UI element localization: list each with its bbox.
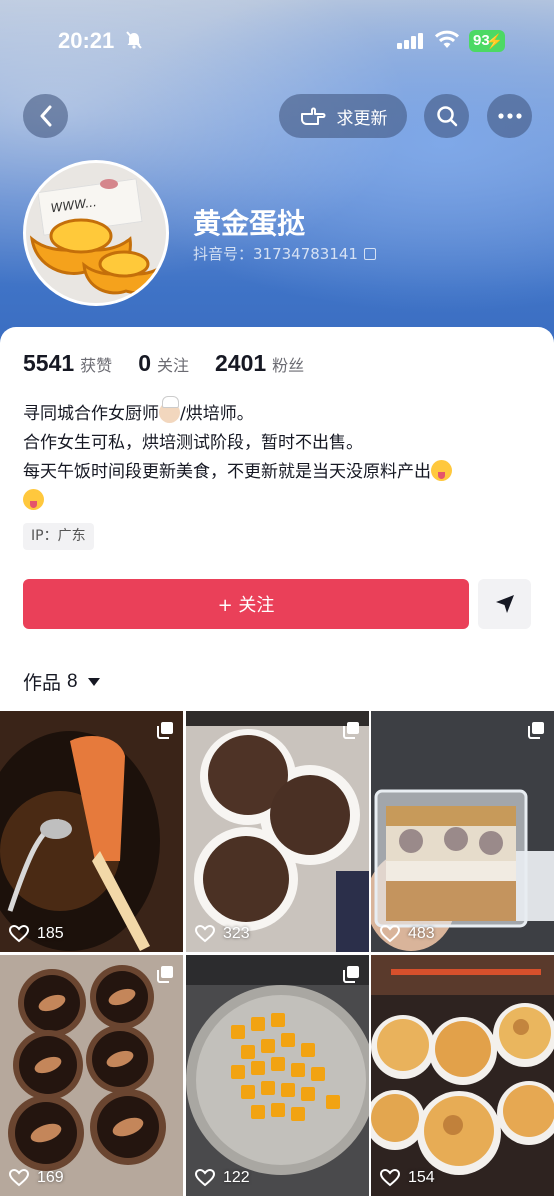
heart-icon xyxy=(195,1169,215,1187)
heart-icon xyxy=(195,925,215,943)
profile-nickname: 黄金蛋挞 xyxy=(193,207,306,240)
stat-followers[interactable]: 2401 粉丝 xyxy=(215,350,304,377)
bio-line-2: 合作女生可私，烘培测试阶段，暂时不出售。 xyxy=(23,433,363,453)
stat-label: 获赞 xyxy=(80,356,113,375)
caret-down-icon xyxy=(87,677,100,686)
post-tile[interactable]: 483 xyxy=(371,711,554,952)
send-arrow-icon xyxy=(495,595,514,613)
stat-value: 5541 xyxy=(23,350,75,376)
heart-icon xyxy=(9,1169,29,1187)
douyin-id[interactable]: 抖音号：31734783141 xyxy=(193,243,376,264)
chevron-left-icon xyxy=(40,105,51,127)
heart-icon xyxy=(380,1169,400,1187)
wifi-icon xyxy=(434,30,460,48)
post-likes-count: 122 xyxy=(223,1169,250,1186)
heart-icon xyxy=(380,925,400,943)
post-likes-count: 169 xyxy=(37,1169,64,1186)
multi-image-icon xyxy=(157,966,173,983)
post-thumbnail xyxy=(0,711,183,952)
post-likes: 483 xyxy=(380,925,435,943)
stat-label: 关注 xyxy=(156,356,189,375)
stat-likes[interactable]: 5541 获赞 xyxy=(23,350,112,377)
bio-line-4 xyxy=(23,487,533,516)
request-update-button[interactable]: 求更新 xyxy=(279,94,407,138)
douyin-id-text: 抖音号：31734783141 xyxy=(193,245,358,263)
direct-message-button[interactable] xyxy=(478,579,531,629)
profile-bio: 寻同城合作女厨师/烘培师。 合作女生可私，烘培测试阶段，暂时不出售。 每天午饭时… xyxy=(23,396,533,516)
tongue-emoji-icon xyxy=(23,489,44,510)
stat-following[interactable]: 0 关注 xyxy=(138,350,189,377)
post-likes: 154 xyxy=(380,1169,435,1187)
ip-location-tag: IP：广东 xyxy=(23,523,94,550)
post-likes: 122 xyxy=(195,1169,250,1187)
more-dots-icon xyxy=(497,113,522,119)
post-tile[interactable]: 323 xyxy=(186,711,369,952)
bio-line-3: 每天午饭时间段更新美食，不更新就是当天没原料产出 xyxy=(23,458,533,487)
status-bar: 20:21 93 ⚡ xyxy=(0,0,554,84)
pointing-hand-icon xyxy=(300,107,325,125)
post-tile[interactable]: 185 xyxy=(0,711,183,952)
post-likes-count: 185 xyxy=(37,925,64,942)
works-count: 8 xyxy=(67,670,78,692)
gold-ingot-icon xyxy=(29,218,166,295)
stat-value: 0 xyxy=(138,350,151,376)
post-thumbnail xyxy=(371,955,554,1196)
post-likes: 185 xyxy=(9,925,64,943)
post-tile[interactable]: 169 xyxy=(0,955,183,1196)
post-likes: 169 xyxy=(9,1169,64,1187)
post-tile[interactable]: 122 xyxy=(186,955,369,1196)
search-button[interactable] xyxy=(424,94,469,138)
multi-image-icon xyxy=(157,722,173,739)
charging-bolt-icon: ⚡ xyxy=(485,33,503,49)
profile-stats: 5541 获赞 0 关注 2401 粉丝 xyxy=(23,350,330,377)
post-likes: 323 xyxy=(195,925,250,943)
post-tile[interactable]: 154 xyxy=(371,955,554,1196)
tongue-emoji-icon xyxy=(431,460,452,481)
works-tab[interactable]: 作品 8 xyxy=(23,668,100,695)
avatar[interactable]: WWW... xyxy=(23,160,169,306)
heart-icon xyxy=(9,925,29,943)
stat-label: 粉丝 xyxy=(272,356,305,375)
back-button[interactable] xyxy=(23,94,68,138)
battery-indicator: 93 ⚡ xyxy=(469,30,505,52)
search-icon xyxy=(436,106,457,127)
silent-bell-icon xyxy=(126,31,142,49)
multi-image-icon xyxy=(343,722,359,739)
post-likes-count: 323 xyxy=(223,925,250,942)
post-thumbnail xyxy=(186,711,369,952)
request-update-label: 求更新 xyxy=(336,108,388,129)
multi-image-icon xyxy=(343,966,359,983)
stat-value: 2401 xyxy=(215,350,267,376)
post-likes-count: 154 xyxy=(408,1169,435,1186)
works-label: 作品 xyxy=(23,672,62,694)
more-options-button[interactable] xyxy=(487,94,532,138)
bio-line-1: 寻同城合作女厨师/烘培师。 xyxy=(23,396,254,424)
chef-emoji-icon xyxy=(159,396,180,423)
cellular-signal-icon xyxy=(397,33,423,49)
post-likes-count: 483 xyxy=(408,925,435,942)
post-thumbnail xyxy=(371,711,554,952)
copy-icon[interactable] xyxy=(363,248,376,260)
status-time: 20:21 xyxy=(58,28,115,53)
multi-image-icon xyxy=(528,722,544,739)
post-thumbnail xyxy=(0,955,183,1196)
post-thumbnail xyxy=(186,955,369,1196)
follow-button[interactable]: + 关注 xyxy=(23,579,469,629)
